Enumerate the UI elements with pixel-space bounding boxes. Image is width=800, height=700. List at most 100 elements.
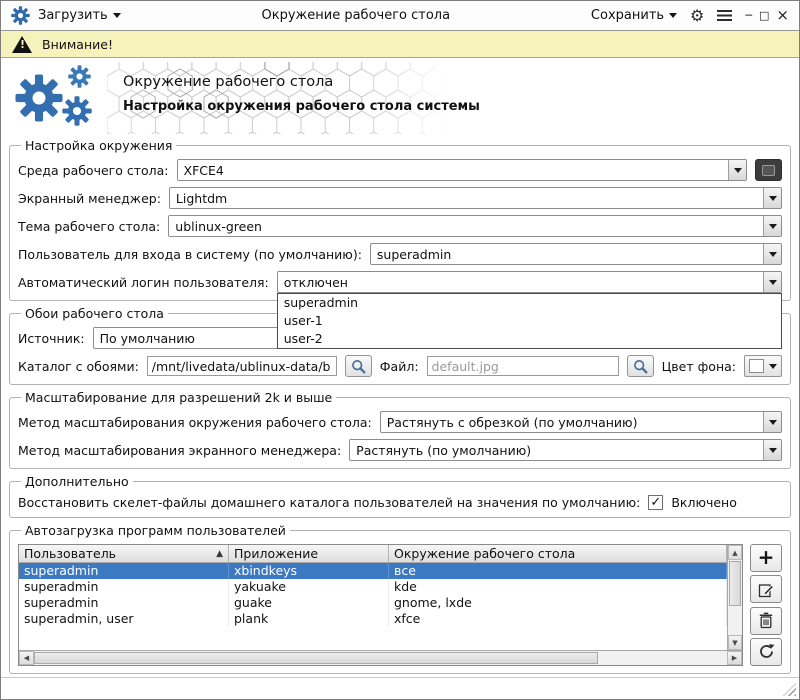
desktop-theme-combobox[interactable]: ublinux-green [168,215,782,237]
search-icon [351,359,366,374]
statusbar [1,677,799,699]
save-menu-button[interactable]: Сохранить [591,8,677,23]
warning-text: Внимание! [42,37,113,52]
column-header-label: Пользователь [24,546,116,561]
column-header-user[interactable]: Пользователь ▲ [19,545,229,562]
directory-browse-button[interactable] [345,355,372,377]
trash-icon [759,612,773,629]
resize-grip[interactable] [783,683,796,696]
chevron-down-icon [769,364,777,369]
combo-dropdown-button[interactable] [763,188,781,208]
table-actions: + [750,544,782,666]
settings-gear-button[interactable]: ⚙ [690,8,704,24]
horizontal-scroll-track[interactable] [598,651,727,665]
page-header: Окружение рабочего стола Настройка окруж… [1,58,799,138]
combo-dropdown-button[interactable] [763,440,781,460]
autologin-label: Автоматический логин пользователя: [18,275,269,290]
wallpaper-file-input[interactable] [427,356,619,376]
add-button[interactable]: + [750,544,782,572]
chevron-down-icon [769,420,777,425]
package-icon [762,165,775,176]
page-subtitle: Настройка окружения рабочего стола систе… [123,99,480,114]
combo-dropdown-button[interactable] [728,160,746,180]
default-user-label: Пользователь для входа в систему (по умо… [18,247,362,262]
wallpaper-file-label: Файл: [380,359,419,374]
hamburger-menu-button[interactable] [717,10,732,21]
edit-button[interactable] [750,575,782,603]
scaling-section: Масштабирование для разрешений 2k и выше… [9,390,791,469]
combo-dropdown-button[interactable] [763,216,781,236]
desktop-theme-value: ublinux-green [175,219,262,234]
delete-button[interactable] [750,607,782,635]
table-row[interactable]: superadmin, user plank xfce [19,611,727,627]
page-title: Окружение рабочего стола [123,74,480,90]
cell-app: plank [229,611,389,627]
wallpaper-directory-input[interactable] [147,356,337,376]
horizontal-scrollbar[interactable]: ◀ ▶ [19,650,742,665]
combo-dropdown-button[interactable] [763,244,781,264]
cell-user: superadmin [19,563,229,579]
column-header-label: Окружение рабочего стола [394,546,575,561]
desktop-environment-package-button[interactable] [755,159,782,181]
desktop-environment-combobox[interactable]: XFCE4 [177,159,747,181]
column-header-env[interactable]: Окружение рабочего стола [389,545,727,562]
vertical-scroll-track[interactable] [728,607,742,635]
close-button[interactable]: × [776,8,789,23]
table-row[interactable]: superadmin yakuake kde [19,579,727,595]
autostart-table: Пользователь ▲ Приложение Окружение рабо… [18,544,743,666]
chevron-down-icon [734,168,742,173]
vertical-scroll-thumb[interactable] [729,561,741,606]
vertical-scrollbar[interactable]: ▲ ▼ [727,545,742,650]
autologin-dropdown-list: superadmin user-1 user-2 [277,293,782,349]
window-controls: ─ □ × [745,8,789,23]
titlebar: Загрузить Окружение рабочего стола Сохра… [1,1,799,31]
chevron-down-icon [769,448,777,453]
scroll-up-button[interactable]: ▲ [728,545,742,560]
file-browse-button[interactable] [627,355,654,377]
scroll-left-button[interactable]: ◀ [19,651,34,665]
dm-scaling-combobox[interactable]: Растянуть (по умолчанию) [349,439,782,461]
table-row[interactable]: superadmin xbindkeys все [19,563,727,579]
horizontal-scroll-thumb[interactable] [34,652,598,664]
default-user-combobox[interactable]: superadmin [370,243,782,265]
desktop-scaling-combobox[interactable]: Растянуть с обрезкой (по умолчанию) [380,411,782,433]
caret-down-icon [113,13,121,18]
refresh-icon [758,643,775,660]
cell-env: gnome, lxde [389,595,727,611]
autologin-combobox[interactable]: отключен superadmin user-1 user-2 [277,271,782,293]
app-gear-icon [11,6,30,25]
app-window: Загрузить Окружение рабочего стола Сохра… [0,0,800,700]
cell-app: guake [229,595,389,611]
skel-checkbox[interactable]: ✓ [648,495,663,510]
column-header-app[interactable]: Приложение [229,545,389,562]
combo-dropdown-button[interactable] [763,272,781,292]
refresh-button[interactable] [750,638,782,666]
combo-dropdown-button[interactable] [763,412,781,432]
wallpaper-source-label: Источник: [18,331,85,346]
scroll-down-button[interactable]: ▼ [728,635,742,650]
check-icon: ✓ [650,496,661,509]
background-color-button[interactable] [744,355,782,377]
cell-env: xfce [389,611,727,627]
autologin-value: отключен [284,275,348,290]
sort-ascending-icon: ▲ [216,549,223,559]
scroll-right-button[interactable]: ▶ [727,651,742,665]
load-menu-button[interactable]: Загрузить [38,8,121,23]
dropdown-option[interactable]: user-1 [278,312,781,330]
column-header-label: Приложение [234,546,318,561]
search-icon [633,359,648,374]
table-row[interactable]: superadmin guake gnome, lxde [19,595,727,611]
minimize-button[interactable]: ─ [745,10,752,21]
dropdown-option[interactable]: user-2 [278,330,781,348]
warning-icon: ! [12,36,32,53]
table-header-row: Пользователь ▲ Приложение Окружение рабо… [19,545,727,563]
desktop-scaling-label: Метод масштабирования окружения рабочего… [18,415,372,430]
autostart-legend: Автозагрузка программ пользователей [21,523,290,538]
dropdown-option[interactable]: superadmin [278,294,781,312]
desktop-scaling-value: Растянуть с обрезкой (по умолчанию) [387,415,638,430]
wallpaper-directory-label: Каталог с обоями: [18,359,139,374]
chevron-down-icon [769,280,777,285]
maximize-button[interactable]: □ [759,10,769,21]
display-manager-combobox[interactable]: Lightdm [169,187,782,209]
wallpaper-legend: Обои рабочего стола [21,306,168,321]
